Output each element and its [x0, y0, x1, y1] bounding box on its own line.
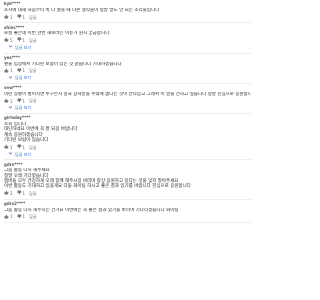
thumb-up-icon [4, 98, 9, 104]
thumb-up-icon [4, 190, 9, 196]
dislike-count: 1 [22, 214, 26, 220]
comment-actions: 1 1 답글 [4, 214, 251, 220]
reply-button[interactable]: 답글 [29, 145, 36, 150]
dislike-button[interactable]: 1 [17, 190, 26, 196]
chevron-down-icon [8, 151, 13, 157]
comment-actions: 1 1 답글 [4, 144, 251, 150]
dislike-button[interactable]: 1 [17, 68, 26, 74]
like-count: 1 [10, 144, 13, 150]
comment-text-line: 로컬 좋은데 이번 한번 해보려는 이유가 뭔지 궁금합니다 [4, 31, 110, 37]
thumb-up-icon [4, 68, 9, 74]
comment-text-line: 그룹 활동 다시 해주시는 건가요 이번에는 꼭 좋은 결과 있기를 바라며 기… [4, 207, 179, 213]
comment-text: 이런 상황이 벌어지면 누구든지 결국 상처받을 수밖에 없다는 것이 안타깝고… [4, 92, 251, 97]
comment-list: kyk**** 소시에 대해 처음부터 쭉 다 봤을 때 나온 생각들이 정말 … [0, 0, 255, 223]
view-replies-button[interactable]: 답글 보기 [8, 105, 251, 111]
like-button[interactable]: 2 [4, 190, 13, 196]
comment-actions: 5 1 답글 [4, 38, 251, 44]
thumb-down-icon [17, 68, 22, 74]
thumb-up-icon [4, 144, 9, 150]
comment-item: yes**** 팬들 입장에서 기다린 보람이 있는 것 같습니다 기대하겠습니… [0, 54, 255, 84]
comment-text-line: 팬들 입장에서 기다린 보람이 있는 것 같습니다 기대하겠습니다 [4, 61, 122, 67]
dislike-count: 1 [22, 14, 26, 20]
dislike-button[interactable]: 1 [17, 214, 26, 220]
dislike-count: 1 [22, 190, 26, 196]
dislike-button[interactable]: 1 [17, 37, 26, 43]
reply-button[interactable]: 답글 [29, 191, 36, 196]
comment-text-line: 소시에 대해 처음부터 쭉 다 봤을 때 나온 생각들이 정말 말도 안 되는 … [4, 8, 160, 13]
like-button[interactable]: 1 [4, 68, 13, 74]
like-button[interactable]: 1 [4, 214, 13, 220]
comment-item: girlsday**** 소희 입니다 대단하네요 이번에 꼭 잘 되길 바랍니다… [0, 114, 255, 161]
view-replies-button[interactable]: 답글 보기 [8, 75, 251, 81]
divider [4, 221, 251, 223]
comment-text: 팬들 입장에서 기다린 보람이 있는 것 같습니다 기대하겠습니다 [4, 62, 251, 67]
like-button[interactable]: 1 [4, 98, 13, 104]
comment-text: 소시에 대해 처음부터 쭉 다 봤을 때 나온 생각들이 정말 말도 안 되는 … [4, 8, 251, 13]
comment-actions: 1 1 답글 [4, 14, 251, 20]
thumb-up-icon [4, 214, 9, 220]
chevron-down-icon [8, 44, 13, 50]
reply-button[interactable]: 답글 [29, 68, 36, 73]
dislike-count: 1 [22, 98, 26, 104]
like-count: 1 [10, 14, 13, 20]
comment-author[interactable]: kyk**** [4, 1, 20, 6]
like-count: 1 [10, 68, 13, 74]
thumb-up-icon [4, 14, 9, 20]
thumb-down-icon [17, 190, 22, 196]
comment-item: gdrs2**** 그룹 활동 다시 해주시는 건가요 이번에는 꼭 좋은 결과… [0, 200, 255, 223]
comment-author[interactable]: ovw**** [4, 85, 21, 90]
comment-item: gdrs**** 그룹 활동 다시 해주세요 정말 오래 기다렸습니다 멤버들 모두… [0, 160, 255, 200]
comment-item: ovw**** 이런 상황이 벌어지면 누구든지 결국 상처받을 수밖에 없다는… [0, 84, 255, 115]
like-button[interactable]: 5 [4, 37, 13, 43]
comment-text: 로컬 좋은데 이번 한번 해보려는 이유가 뭔지 궁금합니다 [4, 31, 251, 36]
comment-item: kyk**** 소시에 대해 처음부터 쭉 다 봤을 때 나온 생각들이 정말 … [0, 0, 255, 24]
like-count: 1 [10, 214, 13, 220]
reply-button[interactable]: 답글 [29, 38, 36, 43]
reply-button[interactable]: 답글 [29, 214, 36, 219]
comment-author[interactable]: gdrs**** [4, 162, 22, 167]
like-count: 1 [10, 98, 13, 104]
like-count: 5 [10, 37, 13, 43]
like-button[interactable]: 1 [4, 144, 13, 150]
thumb-down-icon [17, 144, 22, 150]
reply-button[interactable]: 답글 [29, 15, 36, 20]
comment-actions: 1 1 답글 [4, 98, 251, 104]
thumb-down-icon [17, 98, 22, 104]
chevron-down-icon [8, 75, 13, 81]
comment-author[interactable]: gdrs2**** [4, 201, 25, 206]
thumb-down-icon [17, 14, 22, 20]
comment-text: 소희 입니다 대단하네요 이번에 꼭 잘 되길 바랍니다 계속 응원하겠습니다 기다린… [4, 122, 251, 143]
view-replies-label: 답글 보기 [15, 75, 31, 81]
view-replies-label: 답글 보기 [15, 44, 31, 50]
comment-author[interactable]: yes**** [4, 55, 20, 60]
dislike-button[interactable]: 1 [17, 14, 26, 20]
thumb-up-icon [4, 37, 9, 43]
comment-text-line: 이번 활동도 기대하고 있을게요 다들 화이팅 하시고 좋은 결과 있기를 바랍… [4, 184, 191, 190]
thumb-down-icon [17, 214, 22, 220]
dislike-count: 1 [22, 144, 26, 150]
comment-author[interactable]: shinc**** [4, 25, 24, 30]
view-replies-label: 답글 보기 [15, 151, 31, 157]
view-replies-label: 답글 보기 [15, 105, 31, 111]
reply-button[interactable]: 답글 [29, 98, 36, 103]
dislike-count: 1 [22, 68, 26, 74]
comment-text: 그룹 활동 다시 해주세요 정말 오래 기다렸습니다 멤버들 모두 건강하게 오래 … [4, 168, 251, 189]
chevron-down-icon [8, 105, 13, 111]
thumb-down-icon [17, 37, 22, 43]
comment-actions: 1 1 답글 [4, 68, 251, 74]
comment-item: shinc**** 로컬 좋은데 이번 한번 해보려는 이유가 뭔지 궁금합니다… [0, 23, 255, 54]
comment-text: 그룹 활동 다시 해주시는 건가요 이번에는 꼭 좋은 결과 있기를 바라며 기… [4, 208, 251, 213]
dislike-button[interactable]: 1 [17, 144, 26, 150]
comment-actions: 2 1 답글 [4, 191, 251, 197]
comment-author[interactable]: girlsday**** [4, 115, 30, 120]
comment-text-line: 이런 상황이 벌어지면 누구든지 결국 상처받을 수밖에 없다는 것이 안타깝고… [4, 91, 251, 97]
dislike-count: 1 [22, 37, 26, 43]
like-button[interactable]: 1 [4, 14, 13, 20]
view-replies-button[interactable]: 답글 보기 [8, 45, 251, 51]
comment-text-line: 기다린 보람이 있습니다 [4, 138, 49, 144]
dislike-button[interactable]: 1 [17, 98, 26, 104]
view-replies-button[interactable]: 답글 보기 [8, 151, 251, 157]
like-count: 2 [10, 190, 13, 196]
